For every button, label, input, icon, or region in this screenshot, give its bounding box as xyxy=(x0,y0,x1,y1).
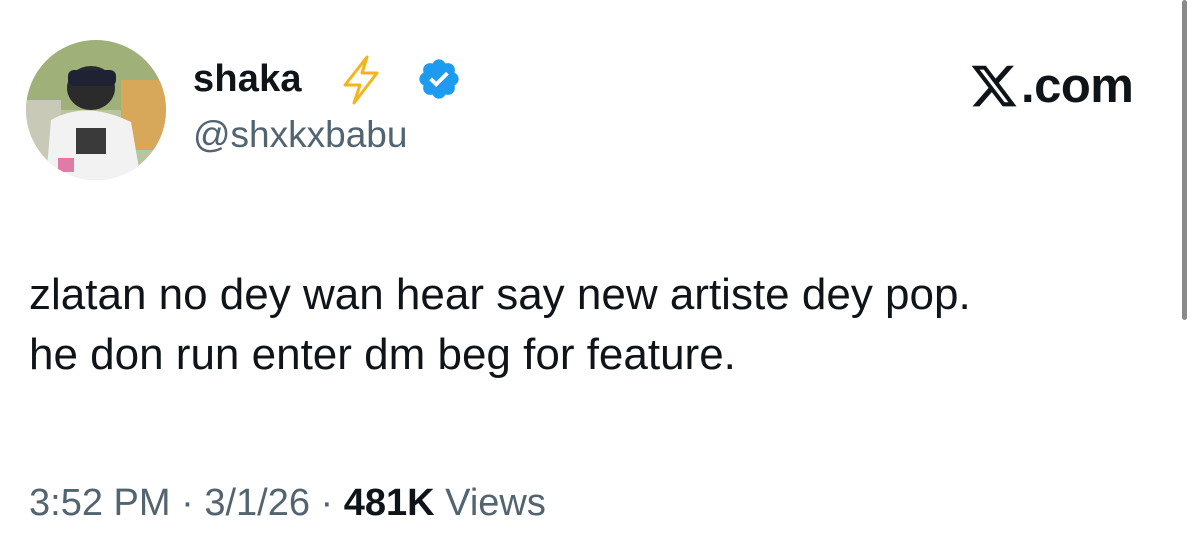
avatar[interactable] xyxy=(26,40,166,180)
scrollbar[interactable] xyxy=(1182,0,1187,320)
x-brand: .com xyxy=(968,58,1134,114)
meta-separator: · xyxy=(170,482,205,524)
avatar-image xyxy=(26,40,166,180)
brand-domain: .com xyxy=(1021,59,1134,113)
tweet-date[interactable]: 3/1/26 xyxy=(204,482,310,524)
tweet-line: zlatan no dey wan hear say new artiste d… xyxy=(29,270,971,319)
meta-separator: · xyxy=(309,482,344,524)
tweet-text: zlatan no dey wan hear say new artiste d… xyxy=(29,265,1179,385)
verified-badge-icon[interactable] xyxy=(416,56,462,102)
views-label: Views xyxy=(445,482,546,524)
tweet-line: he don run enter dm beg for feature. xyxy=(29,330,736,379)
author-display-name[interactable]: shaka xyxy=(193,56,302,102)
views-count[interactable]: 481K xyxy=(344,482,435,524)
lightning-bolt-icon xyxy=(343,55,379,105)
tweet-time[interactable]: 3:52 PM xyxy=(29,482,171,524)
author-handle[interactable]: @shxkxbabu xyxy=(193,112,407,158)
x-logo-icon xyxy=(971,65,1017,107)
tweet-meta: 3:52 PM · 3/1/26 · 481K Views xyxy=(29,480,546,526)
